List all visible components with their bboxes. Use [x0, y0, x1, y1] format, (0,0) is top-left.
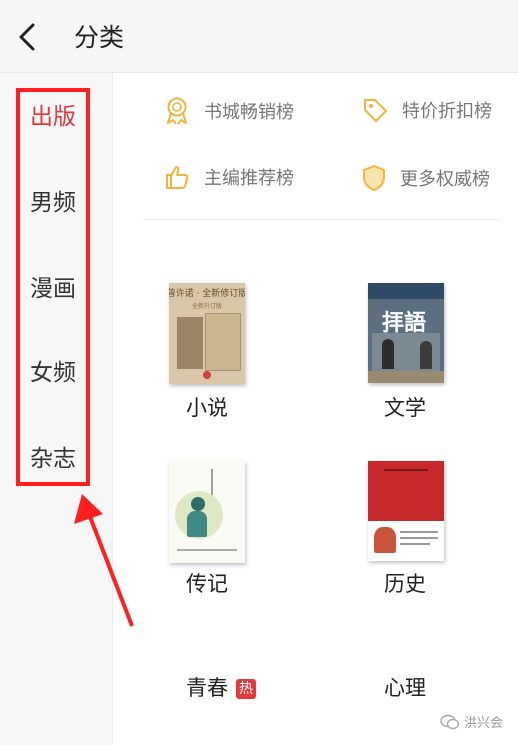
ranking-authority[interactable]: 更多权威榜	[362, 164, 490, 192]
medal-icon	[167, 97, 187, 125]
cover-subtitle: 全新升订版	[191, 303, 222, 310]
ranking-discount[interactable]: 特价折扣榜	[362, 97, 492, 123]
wechat-icon	[440, 714, 460, 729]
divider	[143, 219, 500, 220]
annotation-arrow-icon	[74, 494, 134, 627]
hot-badge: 热	[236, 679, 256, 699]
watermark: 洪兴会	[440, 712, 503, 731]
category-novel[interactable]: 小说	[186, 392, 228, 422]
top-bar: 分类	[0, 0, 518, 73]
page-title: 分类	[74, 23, 125, 52]
cover-title: 曾许诺 · 全新修订版	[169, 288, 245, 299]
thumbs-up-icon	[166, 166, 189, 189]
highlight-box	[16, 88, 90, 486]
back-arrow-icon[interactable]	[16, 22, 38, 52]
book-cover-novel[interactable]: 曾许诺 · 全新修订版 全新升订版	[169, 283, 245, 384]
category-youth[interactable]: 青春热	[186, 672, 256, 702]
watermark-text: 洪兴会	[464, 716, 504, 731]
category-label: 青春	[186, 676, 228, 700]
category-literature[interactable]: 文学	[384, 392, 426, 422]
book-cover-biography[interactable]	[169, 461, 245, 563]
ranking-label: 特价折扣榜	[402, 101, 492, 122]
book-cover-history[interactable]	[368, 461, 444, 561]
category-history[interactable]: 历史	[384, 568, 426, 598]
ranking-label: 书城畅销榜	[204, 102, 294, 123]
ranking-bestseller[interactable]: 书城畅销榜	[164, 97, 294, 125]
category-biography[interactable]: 传记	[186, 568, 228, 598]
ranking-label: 主编推荐榜	[204, 168, 294, 189]
tag-icon	[364, 99, 387, 122]
ranking-editor-pick[interactable]: 主编推荐榜	[164, 164, 294, 190]
ranking-label: 更多权威榜	[400, 169, 490, 190]
category-psychology[interactable]: 心理	[384, 672, 426, 702]
shield-icon	[363, 165, 385, 191]
book-cover-literature[interactable]: 拝語	[368, 283, 444, 383]
